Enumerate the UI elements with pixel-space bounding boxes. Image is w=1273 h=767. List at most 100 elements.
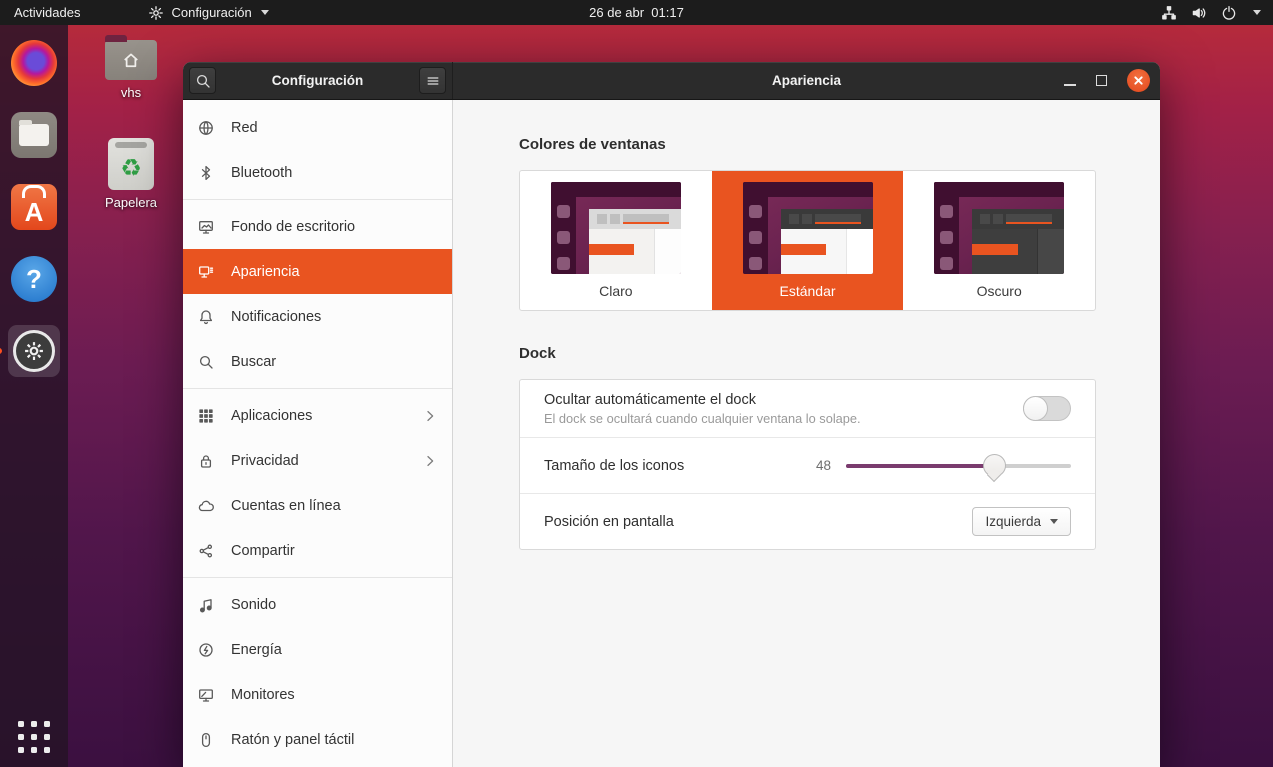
- sidebar-item-cuentas-en-linea[interactable]: Cuentas en línea: [183, 483, 452, 528]
- slider-fill: [846, 463, 995, 468]
- autohide-title: Ocultar automáticamente el dock: [544, 391, 756, 408]
- theme-preview-light: [550, 182, 681, 274]
- sidebar-item-label: Sonido: [231, 596, 277, 613]
- sidebar-item-privacidad[interactable]: Privacidad: [183, 438, 452, 483]
- position-dropdown[interactable]: Izquierda: [972, 507, 1071, 536]
- sidebar-item-raton-y-panel-tactil[interactable]: Ratón y panel táctil: [183, 717, 452, 762]
- home-folder-icon: [105, 35, 157, 80]
- minimize-button[interactable]: [1064, 83, 1076, 86]
- theme-label: Estándar: [779, 283, 836, 299]
- wallpaper-icon: [198, 219, 216, 235]
- sidebar-item-label: Ratón y panel táctil: [231, 731, 355, 748]
- sidebar-item-bluetooth[interactable]: Bluetooth: [183, 150, 452, 195]
- sidebar-item-monitores[interactable]: Monitores: [183, 672, 452, 717]
- sidebar-item-energia[interactable]: Energía: [183, 627, 452, 672]
- sidebar-item-label: Fondo de escritorio: [231, 218, 356, 235]
- theme-option-estandar[interactable]: Estándar: [711, 171, 904, 310]
- sidebar-item-buscar[interactable]: Buscar: [183, 339, 452, 384]
- sidebar-separator: [183, 199, 452, 200]
- chevron-down-icon: [1253, 10, 1261, 15]
- sidebar-item-aplicaciones[interactable]: Aplicaciones: [183, 393, 452, 438]
- settings-gear-icon: [13, 330, 55, 372]
- section-heading-window-colors: Colores de ventanas: [519, 136, 666, 153]
- dock-item-ubuntu-software[interactable]: A: [8, 181, 60, 233]
- activities-button[interactable]: Actividades: [0, 0, 94, 25]
- recycle-glyph: ♻: [120, 154, 142, 182]
- dock-item-files[interactable]: [8, 109, 60, 161]
- icon-size-label: Tamaño de los iconos: [544, 457, 685, 474]
- sidebar-item-red[interactable]: Red: [183, 105, 452, 150]
- theme-option-oscuro[interactable]: Oscuro: [903, 171, 1095, 310]
- autohide-row: Ocultar automáticamente el dock El dock …: [520, 380, 1095, 437]
- hamburger-menu-button[interactable]: [419, 67, 446, 94]
- theme-preview-standard: [742, 182, 873, 274]
- dock-item-settings[interactable]: [8, 325, 60, 377]
- app-menu-label: Configuración: [171, 5, 252, 20]
- theme-label: Oscuro: [976, 283, 1022, 299]
- chevron-right-icon: [422, 408, 438, 424]
- chevron-right-icon: [422, 453, 438, 469]
- sidebar-item-label: Compartir: [231, 542, 295, 559]
- sidebar-item-label: Monitores: [231, 686, 295, 703]
- settings-sidebar: Red Bluetooth Fondo de escritorio Aparienci…: [183, 100, 453, 767]
- icon-size-value: 48: [815, 458, 831, 473]
- volume-icon: [1191, 5, 1207, 21]
- desktop-icon-label: Papelera: [104, 195, 158, 210]
- bell-icon: [198, 309, 216, 325]
- apps-icon: [198, 408, 216, 424]
- sidebar-item-notificaciones[interactable]: Notificaciones: [183, 294, 452, 339]
- show-apps-icon[interactable]: [18, 721, 50, 753]
- sidebar-item-sonido[interactable]: Sonido: [183, 582, 452, 627]
- sidebar-item-label: Buscar: [231, 353, 277, 370]
- mouse-icon: [198, 732, 216, 748]
- dock-item-help[interactable]: ?: [8, 253, 60, 305]
- search-icon: [195, 73, 211, 89]
- section-heading-dock: Dock: [519, 345, 556, 362]
- activities-label: Actividades: [14, 5, 81, 20]
- maximize-button[interactable]: [1096, 75, 1107, 86]
- theme-preview-dark: [934, 182, 1065, 274]
- sidebar-item-fondo-de-escritorio[interactable]: Fondo de escritorio: [183, 204, 452, 249]
- close-button[interactable]: [1127, 69, 1150, 92]
- globe-icon: [198, 120, 216, 136]
- files-icon: [11, 112, 57, 158]
- icon-size-row: Tamaño de los iconos 48: [520, 437, 1095, 493]
- appearance-icon: [198, 264, 216, 280]
- position-row: Posición en pantalla Izquierda: [520, 493, 1095, 549]
- power-icon: [1221, 5, 1237, 21]
- sidebar-separator: [183, 388, 452, 389]
- sidebar-item-compartir[interactable]: Compartir: [183, 528, 452, 573]
- window-colors-card: Claro Estándar Oscuro: [519, 170, 1096, 311]
- theme-option-claro[interactable]: Claro: [520, 171, 712, 310]
- sidebar-item-label: Cuentas en línea: [231, 497, 341, 514]
- search-button[interactable]: [189, 67, 216, 94]
- dock-settings-card: Ocultar automáticamente el dock El dock …: [519, 379, 1096, 550]
- system-status-area[interactable]: [1161, 0, 1273, 25]
- panel-title: Apariencia: [771, 73, 842, 88]
- network-icon: [1161, 5, 1177, 21]
- sidebar-title: Configuración: [271, 73, 364, 88]
- sidebar-item-combinaciones-de-teclas[interactable]: Combinaciones de teclas: [183, 762, 452, 767]
- share-icon: [198, 543, 216, 559]
- desktop-icon-vhs[interactable]: vhs: [95, 35, 167, 100]
- menu-caret-icon: [260, 10, 269, 15]
- slider-handle[interactable]: [982, 453, 1006, 477]
- ubuntu-software-icon: A: [11, 184, 57, 230]
- sidebar-separator: [183, 577, 452, 578]
- autohide-toggle[interactable]: [1023, 396, 1071, 421]
- sidebar-item-label: Red: [231, 119, 258, 136]
- titlebar[interactable]: Configuración Apariencia: [183, 62, 1160, 100]
- desktop-icon-papelera[interactable]: ♻ Papelera: [95, 138, 167, 210]
- music-icon: [198, 597, 216, 613]
- app-menu-button[interactable]: Configuración: [140, 0, 276, 25]
- sidebar-item-label: Privacidad: [231, 452, 299, 469]
- lock-icon: [198, 453, 216, 469]
- sidebar-header: Configuración: [183, 62, 453, 99]
- dock-item-firefox[interactable]: [8, 37, 60, 89]
- appearance-panel: Colores de ventanas Claro Estándar Oscur…: [453, 100, 1160, 767]
- settings-window: Configuración Apariencia Red Bluetooth Fon…: [183, 62, 1160, 767]
- toggle-knob: [1023, 396, 1048, 421]
- hamburger-icon: [425, 73, 441, 89]
- sidebar-item-apariencia[interactable]: Apariencia: [183, 249, 452, 294]
- icon-size-slider[interactable]: [846, 453, 1071, 479]
